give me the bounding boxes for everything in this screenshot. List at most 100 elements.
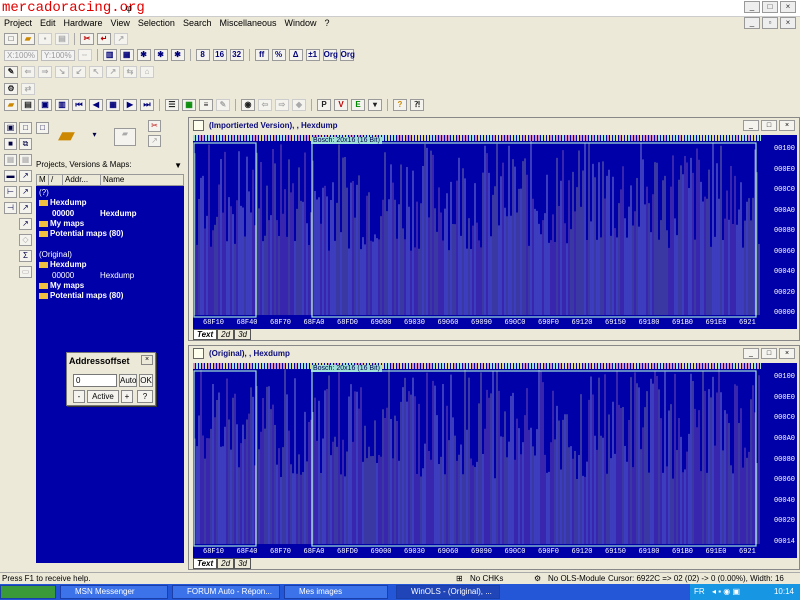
prev-icon[interactable]: ◀	[89, 99, 103, 111]
context-help-icon[interactable]: ⁈	[410, 99, 424, 111]
minimize-icon[interactable]: _	[743, 120, 759, 131]
open-icon[interactable]: ▰	[21, 33, 35, 45]
close-icon[interactable]: ×	[141, 355, 153, 365]
ok-button[interactable]: OK	[139, 374, 153, 387]
y-zoom-field[interactable]: Y:100%	[41, 49, 75, 61]
auto-button[interactable]: Auto	[119, 374, 137, 387]
export-icon[interactable]: ↗	[114, 33, 128, 45]
find-icon[interactable]: ✂	[80, 33, 94, 45]
export-folder-icon[interactable]: ▰	[114, 128, 136, 146]
tool-a-icon[interactable]: ✱	[136, 49, 151, 61]
next-icon[interactable]: ▶	[123, 99, 137, 111]
col-name[interactable]: Name	[101, 175, 181, 185]
window-titlebar[interactable]: (Original), , Hexdump _ □ ×	[189, 346, 799, 362]
window-titlebar[interactable]: (Importierted Version), , Hexdump _ □ ×	[189, 118, 799, 134]
mdi-minimize-icon[interactable]: _	[744, 17, 760, 29]
tree-item[interactable]: Hexdump	[39, 260, 86, 269]
graph-plot[interactable]	[193, 363, 761, 548]
list-icon[interactable]: ☰	[165, 99, 179, 111]
tree-version-label[interactable]: (Original)	[39, 250, 72, 259]
plus-button[interactable]: +	[121, 390, 133, 403]
tool-icon[interactable]: ↗	[19, 202, 32, 214]
tree-item[interactable]: My maps	[39, 281, 84, 290]
forward-icon[interactable]: ⇨	[275, 99, 289, 111]
open-folder-icon[interactable]: ▰	[58, 123, 86, 147]
export-icon[interactable]: ↗	[148, 135, 161, 147]
tool-icon[interactable]: ↘	[55, 66, 69, 78]
print-icon[interactable]: ▤	[21, 99, 35, 111]
stop-icon[interactable]: ◆	[292, 99, 306, 111]
hint-icon[interactable]: ?	[393, 99, 407, 111]
tree-item[interactable]: Potential maps (80)	[39, 291, 123, 300]
tool-icon[interactable]: ▦	[19, 154, 32, 166]
tool-icon[interactable]: ↖	[89, 66, 103, 78]
tool-icon[interactable]: ▦	[4, 154, 17, 166]
task-winols[interactable]: WinOLS - (Original), ...	[396, 585, 500, 599]
dropdown-icon[interactable]: ▾	[368, 99, 382, 111]
hexdump-graph[interactable]: Bosch: 20x16 (16 Bit) 00100 000E0 000C0 000…	[193, 135, 797, 329]
v-icon[interactable]: V	[334, 99, 348, 111]
tool-c-icon[interactable]: ✱	[170, 49, 185, 61]
org-icon[interactable]: Org	[322, 49, 338, 61]
col-slash[interactable]: /	[49, 175, 63, 185]
folder-icon[interactable]: ▰	[4, 99, 18, 111]
tool-icon[interactable]: ↗	[19, 170, 32, 182]
minimize-icon[interactable]: _	[743, 348, 759, 359]
last-icon[interactable]: ⏭	[140, 99, 154, 111]
tab-2d[interactable]: 2d	[217, 329, 235, 340]
mdi-restore-icon[interactable]: ▫	[762, 17, 778, 29]
first-icon[interactable]: ⏮	[72, 99, 86, 111]
tree-item[interactable]: My maps	[39, 219, 84, 228]
task-forum[interactable]: FORUM Auto - Répon...	[172, 585, 280, 599]
tool-b-icon[interactable]: ✱	[153, 49, 168, 61]
tab-3d[interactable]: 3d	[234, 329, 251, 340]
back-icon[interactable]: ⇦	[258, 99, 272, 111]
menu-hardware[interactable]: Hardware	[60, 17, 107, 30]
close-icon[interactable]: ×	[779, 120, 795, 131]
x-zoom-field[interactable]: X:100%	[4, 49, 39, 61]
edit-icon[interactable]: ✎	[216, 99, 230, 111]
task-images[interactable]: Mes images	[284, 585, 388, 599]
tree-version-label[interactable]: (?)	[39, 188, 49, 197]
tool-icon[interactable]: ↗	[19, 218, 32, 230]
task-msn[interactable]: MSN Messenger	[60, 585, 168, 599]
window-icon[interactable]: ▣	[38, 99, 52, 111]
tool-icon[interactable]: ⇄	[21, 83, 35, 95]
sigma-icon[interactable]: Σ	[19, 250, 32, 262]
tab-2d[interactable]: 2d	[217, 558, 235, 569]
globe-icon[interactable]: ◉	[241, 99, 255, 111]
32bit-icon[interactable]: 32	[229, 49, 244, 61]
dropdown-arrow-icon[interactable]: ▾	[88, 130, 101, 142]
tree-item[interactable]: Potential maps (80)	[39, 229, 123, 238]
tree-item[interactable]: Hexdump	[39, 198, 86, 207]
tool-icon[interactable]: ⊢	[4, 186, 17, 198]
tool-icon[interactable]: ⇐	[21, 66, 35, 78]
tool-icon[interactable]: ▬	[4, 170, 17, 182]
tool-icon[interactable]: ■	[4, 138, 17, 150]
panel-dropdown-icon[interactable]: ▼	[174, 161, 182, 170]
e-icon[interactable]: E	[351, 99, 365, 111]
import-icon[interactable]: ↵	[97, 33, 111, 45]
tool-icon[interactable]: ⇒	[38, 66, 52, 78]
graph-plot[interactable]	[193, 135, 761, 319]
org-compare-icon[interactable]: Org	[339, 49, 355, 61]
tool-icon[interactable]: ⊣	[4, 202, 17, 214]
tab-3d[interactable]: 3d	[234, 558, 251, 569]
tool-icon[interactable]: □	[19, 122, 32, 134]
hex-view-icon[interactable]: ▥	[102, 49, 117, 61]
p-icon[interactable]: P	[317, 99, 331, 111]
close-icon[interactable]: ×	[779, 348, 795, 359]
script-icon[interactable]: ≡	[199, 99, 213, 111]
menu-search[interactable]: Search	[179, 17, 216, 30]
hardware-icon[interactable]: ⚙	[4, 83, 18, 95]
tab-text[interactable]: Text	[193, 558, 218, 569]
map-view-icon[interactable]: ▦	[119, 49, 134, 61]
menu-edit[interactable]: Edit	[36, 17, 60, 30]
tree-item-addr[interactable]: 00000	[52, 209, 74, 218]
menu-window[interactable]: Window	[281, 17, 321, 30]
menu-miscellaneous[interactable]: Miscellaneous	[215, 17, 280, 30]
maximize-icon[interactable]: □	[761, 120, 777, 131]
tool-icon[interactable]: ↙	[72, 66, 86, 78]
tree-item-name[interactable]: Hexdump	[100, 271, 134, 280]
print-icon[interactable]: ▤	[55, 33, 69, 45]
